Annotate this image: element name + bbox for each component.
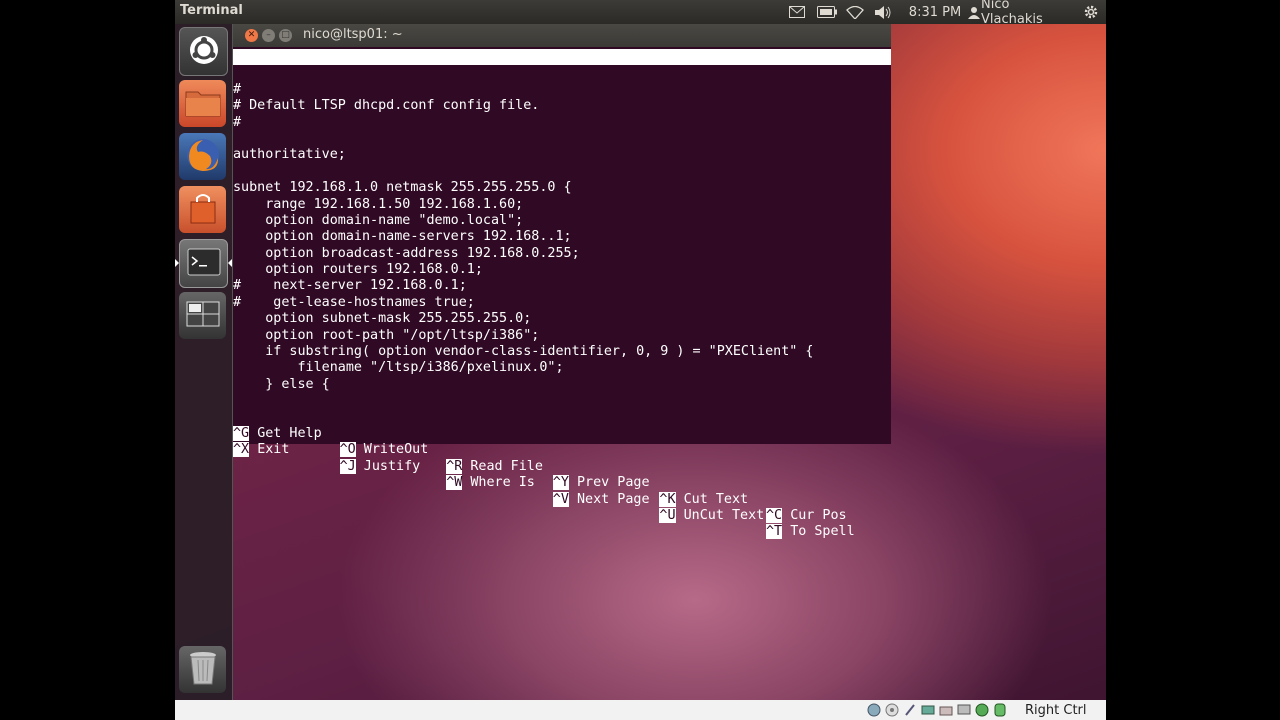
mail-icon[interactable] — [787, 0, 807, 24]
shortcut-key[interactable]: ^R — [446, 458, 463, 474]
maximize-button[interactable]: □ — [279, 29, 292, 42]
nano-editor[interactable]: GNU nano 2.2.6 File: /etc/ltsp/dhcpd.con… — [233, 48, 891, 540]
shortcut-label: Cut Text — [683, 491, 749, 507]
shortcut-label: UnCut Text — [683, 508, 765, 524]
host-key-label: Right Ctrl — [1025, 703, 1087, 718]
editor-line[interactable]: range 192.168.1.50 192.168.1.60; — [233, 197, 891, 213]
top-panel: Terminal 8:31 PM Nico Vlachakis — [175, 0, 1106, 27]
virtualization-icon[interactable] — [975, 703, 989, 717]
editor-line[interactable]: authoritative; — [233, 147, 891, 163]
trash-button[interactable] — [179, 646, 226, 693]
nano-status: Modified — [808, 98, 874, 114]
editor-line[interactable]: option broadcast-address 192.168.0.255; — [233, 246, 891, 262]
shared-folders-icon[interactable] — [939, 703, 953, 717]
software-center-button[interactable] — [179, 186, 226, 233]
shortcut-key[interactable]: ^X — [233, 442, 250, 458]
shopping-bag-icon — [186, 191, 220, 229]
firefox-button[interactable] — [179, 133, 226, 180]
trash-icon — [188, 650, 218, 690]
nano-header: GNU nano 2.2.6 File: /etc/ltsp/dhcpd.con… — [233, 49, 891, 113]
terminal-icon — [187, 248, 221, 280]
editor-line[interactable] — [233, 131, 891, 147]
shortcut-label: Next Page — [576, 491, 650, 507]
editor-line[interactable]: subnet 192.168.1.0 netmask 255.255.255.0… — [233, 180, 891, 196]
editor-line[interactable]: option domain-name-servers 192.168..1; — [233, 229, 891, 245]
shortcut-key[interactable]: ^K — [659, 491, 676, 507]
editor-line[interactable]: option root-path "/opt/ltsp/i386"; — [233, 328, 891, 344]
window-titlebar[interactable]: ✕ – □ nico@ltsp01: ~ — [233, 24, 891, 47]
vm-screen: Terminal 8:31 PM Nico Vlachakis ✕ – □ ni… — [175, 0, 1106, 720]
window-title: nico@ltsp01: ~ — [303, 27, 403, 42]
shortcut-label: To Spell — [790, 524, 855, 540]
editor-line[interactable]: # Default LTSP dhcpd.conf config file. — [233, 98, 891, 114]
vm-device-icons — [867, 703, 1007, 717]
usb-icon[interactable] — [903, 703, 917, 717]
close-button[interactable]: ✕ — [245, 29, 258, 42]
shortcut-key[interactable]: ^T — [766, 524, 783, 540]
firefox-icon — [184, 136, 222, 178]
shortcut-row-1: ^G Get Help ^O WriteOut ^R Read File ^Y … — [233, 410, 891, 524]
editor-line[interactable]: option subnet-mask 255.255.255.0; — [233, 311, 891, 327]
hard-disk-icon[interactable] — [867, 703, 881, 717]
wifi-icon[interactable] — [845, 0, 865, 24]
shortcut-label: Exit — [257, 442, 290, 458]
battery-icon[interactable] — [815, 0, 839, 24]
optical-drive-icon[interactable] — [885, 703, 899, 717]
editor-line[interactable]: if substring( option vendor-class-identi… — [233, 344, 891, 360]
nano-file: File: /etc/ltsp/dhcpd.conf — [446, 81, 656, 97]
workspace-switcher-button[interactable] — [179, 292, 226, 339]
editor-text[interactable]: ## Default LTSP dhcpd.conf config file. #… — [233, 65, 891, 409]
terminal-button[interactable] — [179, 239, 228, 288]
shortcut-key[interactable]: ^V — [552, 491, 569, 507]
editor-line[interactable]: option domain-name "demo.local"; — [233, 213, 891, 229]
display-icon[interactable] — [957, 703, 971, 717]
shortcut-row-2: ^X Exit ^J Justify ^W Where Is ^V Next P… — [233, 426, 891, 540]
editor-line[interactable]: option routers 192.168.0.1; — [233, 262, 891, 278]
volume-icon[interactable] — [873, 0, 893, 24]
shortcut-label: WriteOut — [363, 442, 429, 458]
terminal-window[interactable]: ✕ – □ nico@ltsp01: ~ GNU nano 2.2.6 File… — [233, 24, 891, 540]
clock[interactable]: 8:31 PM — [905, 0, 965, 24]
shortcut-label: Justify — [363, 458, 421, 474]
editor-line[interactable]: # — [233, 115, 891, 131]
shortcut-label: Cur Pos — [790, 508, 847, 524]
shortcut-key[interactable]: ^U — [659, 508, 676, 524]
shortcut-key[interactable]: ^W — [446, 475, 463, 491]
shortcut-key[interactable]: ^J — [339, 458, 356, 474]
shortcut-label: Prev Page — [576, 475, 650, 491]
vm-status-bar: Right Ctrl — [175, 700, 1106, 720]
shortcut-key[interactable]: ^O — [339, 442, 356, 458]
editor-line[interactable] — [233, 164, 891, 180]
shortcut-key[interactable]: ^C — [766, 508, 783, 524]
user-name[interactable]: Nico Vlachakis — [981, 0, 1075, 27]
mouse-integration-icon[interactable] — [993, 703, 1007, 717]
editor-line[interactable] — [233, 393, 891, 409]
launcher — [175, 24, 233, 700]
network-icon[interactable] — [921, 703, 935, 717]
shortcut-label: Where Is — [470, 475, 535, 491]
editor-line[interactable]: filename "/ltsp/i386/pxelinux.0"; — [233, 360, 891, 376]
workspace-switcher-icon — [186, 301, 220, 331]
editor-line[interactable]: } else { — [233, 377, 891, 393]
shortcut-label: Read File — [470, 458, 543, 474]
shortcut-key[interactable]: ^Y — [552, 475, 569, 491]
nano-version: GNU nano 2.2.6 — [249, 65, 362, 81]
user-icon — [967, 0, 981, 24]
ubuntu-logo-icon — [188, 34, 220, 70]
folder-icon — [184, 86, 222, 122]
editor-line[interactable]: # next-server 192.168.0.1; — [233, 278, 891, 294]
app-title: Terminal — [180, 3, 243, 18]
dash-home-button[interactable] — [179, 27, 228, 76]
minimize-button[interactable]: – — [262, 29, 275, 42]
gear-icon[interactable] — [1081, 0, 1101, 24]
files-button[interactable] — [179, 80, 226, 127]
focus-indicator — [228, 259, 232, 267]
editor-line[interactable]: # get-lease-hostnames true; — [233, 295, 891, 311]
